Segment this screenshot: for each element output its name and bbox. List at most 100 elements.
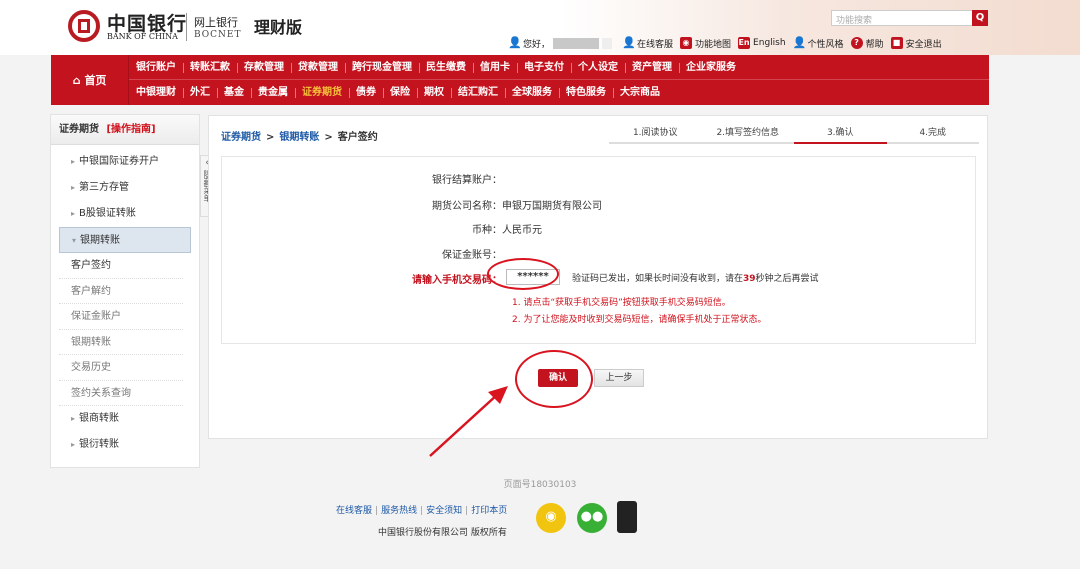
main-content: 证券期货 > 银期转账 > 客户签约 1.阅读协议 2.填写签约信息 3.确认 4.完成… [208, 115, 988, 439]
currency-row: 币种：人民币元 [222, 221, 542, 236]
sidebar-item[interactable]: B股银证转账 [59, 201, 191, 227]
online-service-label: 在线客服 [637, 39, 674, 50]
nav-home-label: 首页 [84, 74, 107, 87]
logo-divider [186, 13, 187, 41]
breadcrumb-current: 客户签约 [337, 132, 378, 143]
english-icon: En [738, 37, 751, 49]
lock-icon: ■ [890, 37, 903, 49]
bank-logo-icon[interactable] [68, 10, 100, 42]
edition-title: 理财版 [254, 18, 303, 37]
service-agent-icon: 👤 [622, 36, 636, 49]
nav-item[interactable]: 特色服务 [559, 80, 613, 105]
sidebar-item[interactable]: 中银国际证券开户 [59, 149, 191, 175]
ebank-name-cn: 网上银行 [194, 16, 238, 29]
sidebar-subitem[interactable]: 保证金账户 [59, 304, 183, 330]
nav-item[interactable]: 债券 [349, 80, 383, 105]
sidebar-subitem[interactable]: 签约关系查询 [59, 381, 183, 406]
nav-item[interactable]: 结汇购汇 [451, 80, 505, 105]
page-number: 页面号18030103 [503, 480, 577, 490]
futures-company-value: 申银万国期货有限公司 [502, 201, 602, 212]
operation-guide-link[interactable]: [操作指南] [106, 124, 155, 135]
masked-username [553, 37, 600, 49]
sidebar-subitem[interactable]: 银期转账 [59, 330, 183, 355]
sidebar-item[interactable]: 银衍转账 [59, 432, 191, 458]
nav-item-active[interactable]: 证券期货 [295, 80, 349, 105]
progress-steps: 1.阅读协议 2.填写签约信息 3.确认 4.完成 [609, 126, 979, 144]
nav-item[interactable]: 期权 [417, 80, 451, 105]
copyright: 中国银行股份有限公司 版权所有 [378, 528, 507, 538]
search-icon[interactable]: Q [972, 10, 988, 26]
sidebar-item-expanded[interactable]: 银期转账 [59, 227, 191, 253]
help-link[interactable]: ? 帮助 [850, 37, 884, 50]
logout-link[interactable]: ■ 安全退出 [890, 37, 942, 50]
nav-item[interactable]: 基金 [217, 80, 251, 105]
footer-link[interactable]: 打印本页 [471, 506, 507, 516]
highlight-circle-sms-input [487, 258, 559, 290]
sms-info-text-tail: 秒钟之后再尝试 [755, 274, 819, 284]
nav-item[interactable]: 资产管理 [625, 55, 679, 80]
futures-company-label: 期货公司名称： [432, 201, 502, 212]
ebank-name-en: BOCNET [194, 30, 242, 40]
nav-item[interactable]: 贷款管理 [291, 55, 345, 80]
nav-item[interactable]: 银行账户 [129, 55, 183, 80]
sidebar-subitem-current[interactable]: 客户签约 [59, 253, 183, 279]
online-service-link[interactable]: 👤 在线客服 [622, 37, 673, 50]
step-item-active: 3.确认 [794, 126, 887, 144]
style-icon: 👤 [792, 36, 807, 49]
signing-form: 银行结算账户： 期货公司名称：申银万国期货有限公司 币种：人民币元 保证金账号：… [221, 156, 976, 344]
step-item: 1.阅读协议 [609, 126, 702, 144]
tip-1: 1. 请点击“获取手机交易码”按钮获取手机交易码短信。 [512, 298, 731, 308]
nav-item[interactable]: 电子支付 [517, 55, 571, 80]
masked-username-tail [602, 37, 613, 49]
site-map-label: 功能地图 [695, 39, 732, 50]
nav-home[interactable]: ⌂ 首页 [51, 55, 129, 105]
nav-item[interactable]: 存款管理 [237, 55, 291, 80]
nav-item[interactable]: 贵金属 [251, 80, 295, 105]
settlement-account-row: 银行结算账户： [222, 171, 502, 186]
nav-item[interactable]: 个人设定 [571, 55, 625, 80]
sidebar-item[interactable]: 第三方存管 [59, 175, 191, 201]
footer-link[interactable]: 服务热线 [381, 506, 417, 516]
nav-row-1: 银行账户 转账汇款 存款管理 贷款管理 跨行现金管理 民生缴费 信用卡 电子支付… [129, 55, 989, 80]
currency-value: 人民币元 [502, 225, 542, 236]
breadcrumb-item[interactable]: 银期转账 [279, 132, 319, 143]
nav-item[interactable]: 保险 [383, 80, 417, 105]
footer-link[interactable]: 在线客服 [336, 506, 372, 516]
margin-account-row: 保证金账号： [222, 246, 502, 261]
nav-item[interactable]: 全球服务 [505, 80, 559, 105]
sms-sent-info: 验证码已发出，如果长时间没有收到，请在39秒钟之后再尝试 [572, 271, 819, 284]
footer-links: 在线客服 | 服务热线 | 安全须知 | 打印本页 [336, 506, 508, 516]
search-input[interactable]: 功能搜索 [831, 10, 973, 26]
bank-name-en: BANK OF CHINA [107, 32, 178, 41]
personal-style-label: 个性风格 [807, 39, 844, 50]
nav-item[interactable]: 转账汇款 [183, 55, 237, 80]
nav-item[interactable]: 外汇 [183, 80, 217, 105]
sidebar-subitem[interactable]: 交易历史 [59, 355, 183, 381]
sidebar-title-text: 证券期货 [59, 124, 99, 135]
margin-account-label: 保证金账号： [442, 250, 502, 261]
sidebar-item[interactable]: 银商转账 [59, 406, 191, 432]
top-links: 👤 您好， 👤 在线客服 ◉ 功能地图 En English 👤 个性风格 ? … [508, 35, 949, 51]
mobile-app-icon[interactable] [617, 501, 637, 533]
nav-item[interactable]: 跨行现金管理 [345, 55, 419, 80]
sidebar-subitem[interactable]: 客户解约 [59, 279, 183, 304]
home-icon: ⌂ [72, 73, 81, 87]
nav-item[interactable]: 民生缴费 [419, 55, 473, 80]
nav-item[interactable]: 信用卡 [473, 55, 517, 80]
breadcrumb-item[interactable]: 证券期货 [221, 132, 261, 143]
previous-step-button[interactable]: 上一步 [594, 369, 644, 387]
personal-style-link[interactable]: 👤 个性风格 [793, 37, 844, 50]
greeting-text: 您好， [523, 39, 551, 50]
nav-item[interactable]: 中银理财 [129, 80, 183, 105]
footer-link[interactable]: 安全须知 [426, 506, 462, 516]
weibo-icon[interactable]: ◉ [536, 503, 566, 533]
breadcrumb: 证券期货 > 银期转账 > 客户签约 [221, 132, 378, 143]
step-item: 2.填写签约信息 [701, 126, 794, 144]
nav-item[interactable]: 企业家服务 [679, 55, 743, 80]
site-map-link[interactable]: ◉ 功能地图 [680, 37, 731, 50]
nav-item[interactable]: 大宗商品 [613, 80, 667, 105]
wechat-icon[interactable]: ●● [577, 503, 607, 533]
tip-2: 2. 为了让您能及时收到交易码短信，请确保手机处于正常状态。 [512, 315, 767, 325]
sms-code-label: 请输入手机交易码： [412, 275, 502, 286]
english-link[interactable]: En English [738, 37, 786, 49]
